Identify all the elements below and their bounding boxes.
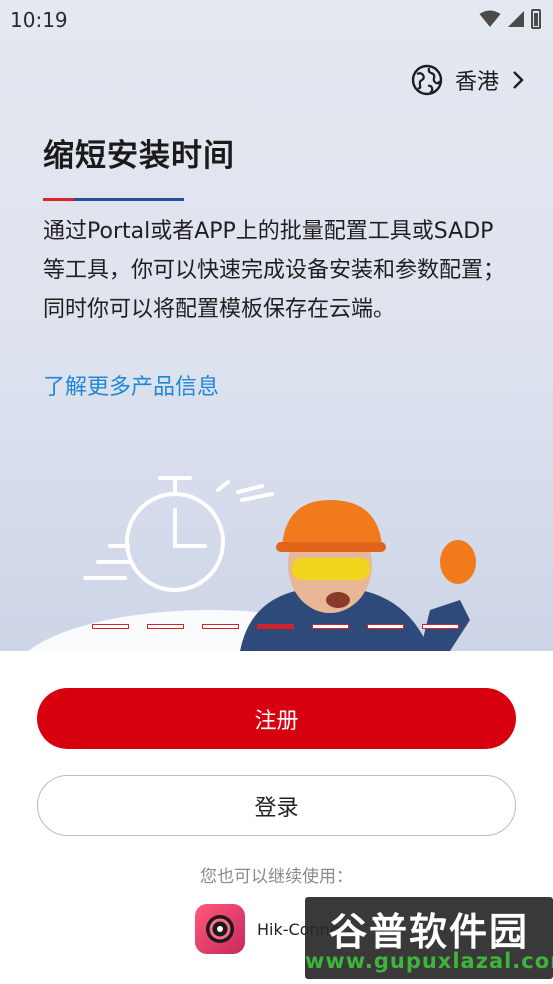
region-label: 香港 [454, 70, 499, 95]
hero-illustration [28, 476, 476, 651]
carousel-dot[interactable] [367, 624, 404, 629]
login-button[interactable]: 登录 [37, 775, 516, 836]
carousel-dot[interactable] [92, 624, 129, 629]
status-time: 10:19 [10, 8, 68, 32]
status-icons [479, 9, 541, 29]
carousel-dot[interactable] [312, 624, 349, 629]
watermark-url: www.gupuxlazal.com [305, 949, 553, 973]
carousel-dot[interactable] [422, 624, 459, 629]
chevron-right-icon [513, 71, 524, 89]
status-bar: 10:19 [0, 0, 553, 40]
carousel-dot[interactable] [202, 624, 239, 629]
carousel-dot-active[interactable] [257, 624, 294, 629]
signal-icon [508, 11, 524, 27]
register-button[interactable]: 注册 [37, 688, 516, 749]
title-underline [43, 198, 184, 201]
hik-connect-app-icon [195, 904, 245, 954]
learn-more-link[interactable]: 了解更多产品信息 [43, 369, 219, 401]
watermark-overlay: 谷普软件园 www.gupuxlazal.com [305, 897, 553, 979]
hero-banner: 10:19 香港 缩短安装时间 通过Portal或者APP上的批量配置工具或SA… [0, 0, 553, 651]
wifi-icon [479, 10, 501, 27]
carousel-dot[interactable] [147, 624, 184, 629]
carousel-indicator [92, 624, 459, 629]
also-use-label: 您也可以继续使用： [200, 867, 353, 887]
watermark-title: 谷普软件园 [328, 910, 529, 954]
stopwatch-icon [83, 476, 274, 592]
globe-icon [411, 64, 443, 96]
hero-description: 通过Portal或者APP上的批量配置工具或SADP等工具，你可以快速完成设备安… [43, 219, 506, 322]
battery-icon [531, 9, 541, 29]
hero-title: 缩短安装时间 [43, 138, 235, 174]
region-selector[interactable]: 香港 [411, 64, 525, 96]
